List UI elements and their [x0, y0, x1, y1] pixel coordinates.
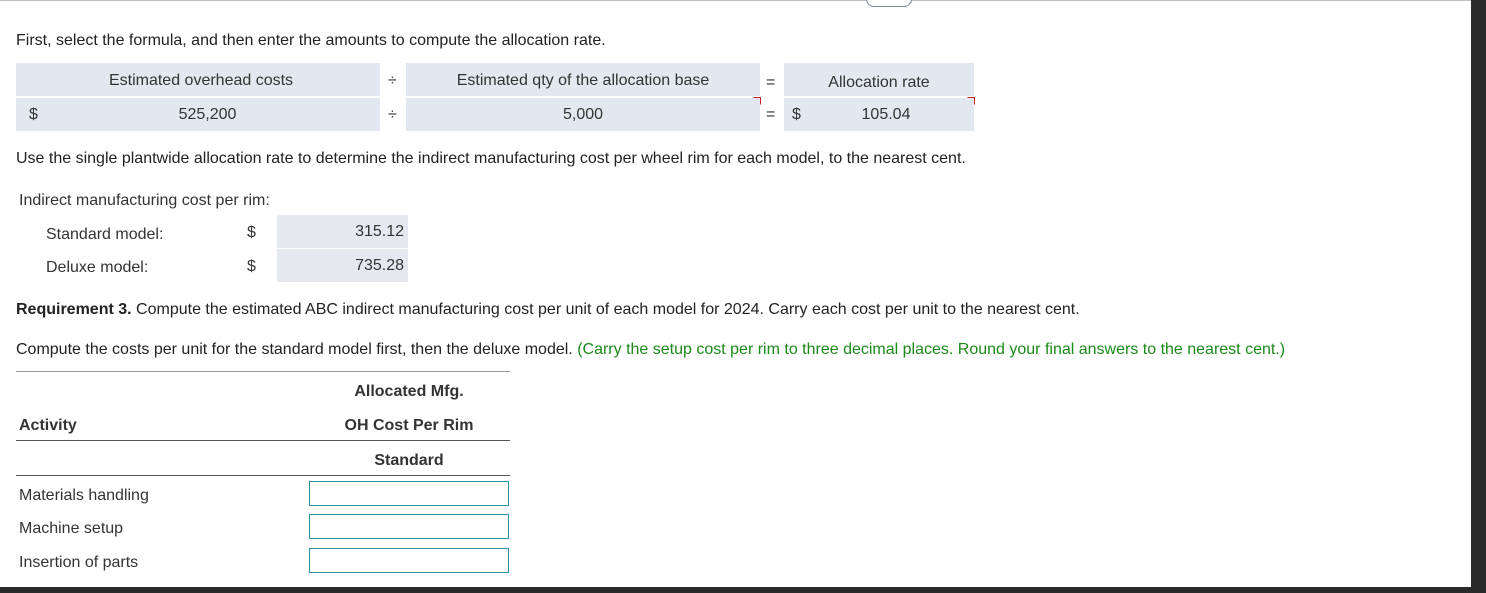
table-subheader-rule — [16, 475, 510, 476]
table-header-rule — [16, 440, 510, 441]
plantwide-prompt: Use the single plantwide allocation rate… — [16, 150, 966, 167]
standard-subheader: Standard — [374, 452, 444, 469]
insertion-of-parts-input[interactable] — [309, 548, 509, 573]
activity-label-machine-setup: Machine setup — [19, 520, 124, 537]
indirect-cost-heading: Indirect manufacturing cost per rim: — [19, 192, 270, 209]
equals-sign: = — [766, 74, 776, 91]
materials-handling-input[interactable] — [309, 481, 509, 506]
collapse-handle[interactable] — [866, 0, 912, 7]
question-panel: First, select the formula, and then ente… — [0, 0, 1471, 587]
denominator-value: 5,000 — [562, 106, 604, 123]
currency-sign: $ — [29, 106, 38, 123]
divide-sign: ÷ — [388, 72, 397, 89]
standard-model-cost: 315.12 — [355, 223, 404, 240]
formula-prompt: First, select the formula, and then ente… — [16, 32, 606, 49]
allocated-header-line1: Allocated Mfg. — [354, 383, 464, 400]
top-divider — [0, 0, 1471, 1]
currency-sign: $ — [247, 224, 256, 241]
compute-hint: (Carry the setup cost per rim to three d… — [572, 341, 1286, 358]
activity-label-insertion-of-parts: Insertion of parts — [19, 554, 139, 571]
result-value: 105.04 — [861, 106, 911, 123]
activity-header: Activity — [19, 417, 77, 434]
result-label: Allocation rate — [828, 74, 930, 91]
standard-model-label: Standard model: — [46, 226, 164, 243]
denominator-label: Estimated qty of the allocation base — [456, 72, 710, 89]
deluxe-model-label: Deluxe model: — [46, 259, 149, 276]
activity-label-materials-handling: Materials handling — [19, 487, 149, 504]
requirement-3-body: Compute the estimated ABC indirect manuf… — [131, 301, 1080, 318]
currency-sign: $ — [247, 258, 256, 275]
divide-sign: ÷ — [388, 106, 397, 123]
compute-text: Compute the costs per unit for the stand… — [16, 341, 573, 358]
currency-sign: $ — [792, 106, 801, 123]
machine-setup-input[interactable] — [309, 514, 509, 539]
requirement-3-label: Requirement 3. — [16, 301, 132, 318]
numerator-value: 525,200 — [178, 106, 237, 123]
table-top-rule — [16, 371, 510, 372]
compute-instruction: Compute the costs per unit for the stand… — [16, 341, 1285, 359]
requirement-3-text: Requirement 3. Compute the estimated ABC… — [16, 301, 1080, 319]
equals-sign: = — [766, 106, 776, 123]
deluxe-model-cost: 735.28 — [355, 257, 404, 274]
allocated-header-line2: OH Cost Per Rim — [344, 417, 474, 434]
numerator-label: Estimated overhead costs — [108, 72, 294, 89]
